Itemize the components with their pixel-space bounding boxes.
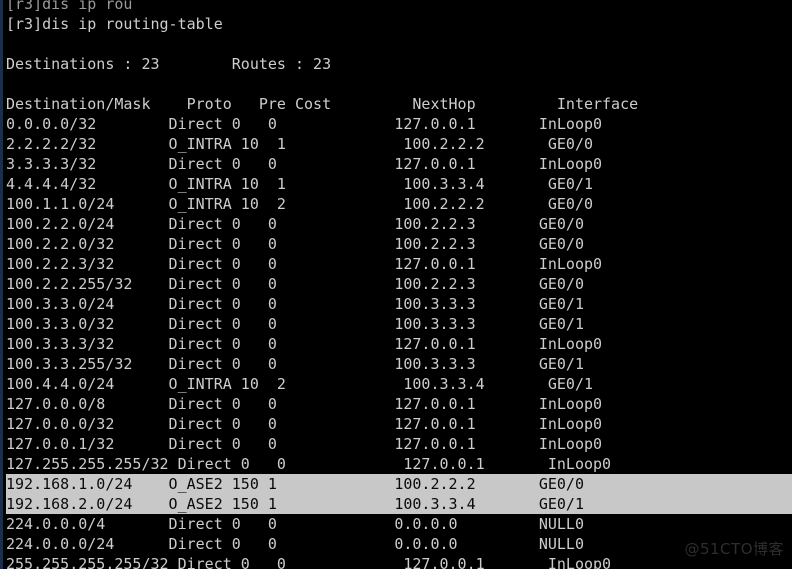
blank-line-1	[6, 34, 792, 54]
routing-table-header: Destination/Mask Proto Pre Cost NextHop …	[6, 95, 639, 113]
scrollback-partial-line: [r3]dis ip rou	[6, 0, 133, 13]
table-row[interactable]: 100.1.1.0/24 O_INTRA 10 2 100.2.2.2 GE0/…	[6, 194, 792, 214]
table-row[interactable]: 3.3.3.3/32 Direct 0 0 127.0.0.1 InLoop0	[6, 154, 792, 174]
table-row[interactable]: 127.255.255.255/32 Direct 0 0 127.0.0.1 …	[6, 454, 792, 474]
terminal-window[interactable]: [r3]dis ip rou [r3]dis ip routing-table …	[0, 0, 792, 569]
table-row[interactable]: 192.168.2.0/24 O_ASE2 150 1 100.3.3.4 GE…	[6, 494, 792, 514]
table-row[interactable]: 0.0.0.0/32 Direct 0 0 127.0.0.1 InLoop0	[6, 114, 792, 134]
table-row[interactable]: 100.2.2.3/32 Direct 0 0 127.0.0.1 InLoop…	[6, 254, 792, 274]
table-row[interactable]: 100.3.3.0/32 Direct 0 0 100.3.3.3 GE0/1	[6, 314, 792, 334]
table-row[interactable]: 127.0.0.0/8 Direct 0 0 127.0.0.1 InLoop0	[6, 394, 792, 414]
table-row[interactable]: 100.2.2.0/24 Direct 0 0 100.2.2.3 GE0/0	[6, 214, 792, 234]
terminal-screen[interactable]: [r3]dis ip rou [r3]dis ip routing-table …	[3, 0, 792, 569]
table-row[interactable]: 192.168.1.0/24 O_ASE2 150 1 100.2.2.2 GE…	[6, 474, 792, 494]
routing-table-body: 0.0.0.0/32 Direct 0 0 127.0.0.1 InLoop0 2…	[6, 114, 792, 569]
table-row[interactable]: 2.2.2.2/32 O_INTRA 10 1 100.2.2.2 GE0/0	[6, 134, 792, 154]
table-row[interactable]: 127.0.0.1/32 Direct 0 0 127.0.0.1 InLoop…	[6, 434, 792, 454]
table-row[interactable]: 100.3.3.3/32 Direct 0 0 127.0.0.1 InLoop…	[6, 334, 792, 354]
table-row[interactable]: 100.3.3.0/24 Direct 0 0 100.3.3.3 GE0/1	[6, 294, 792, 314]
table-row[interactable]: 255.255.255.255/32 Direct 0 0 127.0.0.1 …	[6, 554, 792, 569]
table-row[interactable]: 100.3.3.255/32 Direct 0 0 100.3.3.3 GE0/…	[6, 354, 792, 374]
table-row[interactable]: 100.2.2.255/32 Direct 0 0 100.2.2.3 GE0/…	[6, 274, 792, 294]
table-row[interactable]: 224.0.0.0/24 Direct 0 0 0.0.0.0 NULL0	[6, 534, 792, 554]
blank-line-2	[6, 74, 792, 94]
command-line: [r3]dis ip routing-table	[6, 15, 223, 33]
table-row[interactable]: 224.0.0.0/4 Direct 0 0 0.0.0.0 NULL0	[6, 514, 792, 534]
routing-summary-line: Destinations : 23 Routes : 23	[6, 55, 332, 73]
table-row[interactable]: 100.4.4.0/24 O_INTRA 10 2 100.3.3.4 GE0/…	[6, 374, 792, 394]
table-row[interactable]: 100.2.2.0/32 Direct 0 0 100.2.2.3 GE0/0	[6, 234, 792, 254]
table-row[interactable]: 4.4.4.4/32 O_INTRA 10 1 100.3.3.4 GE0/1	[6, 174, 792, 194]
table-row[interactable]: 127.0.0.0/32 Direct 0 0 127.0.0.1 InLoop…	[6, 414, 792, 434]
